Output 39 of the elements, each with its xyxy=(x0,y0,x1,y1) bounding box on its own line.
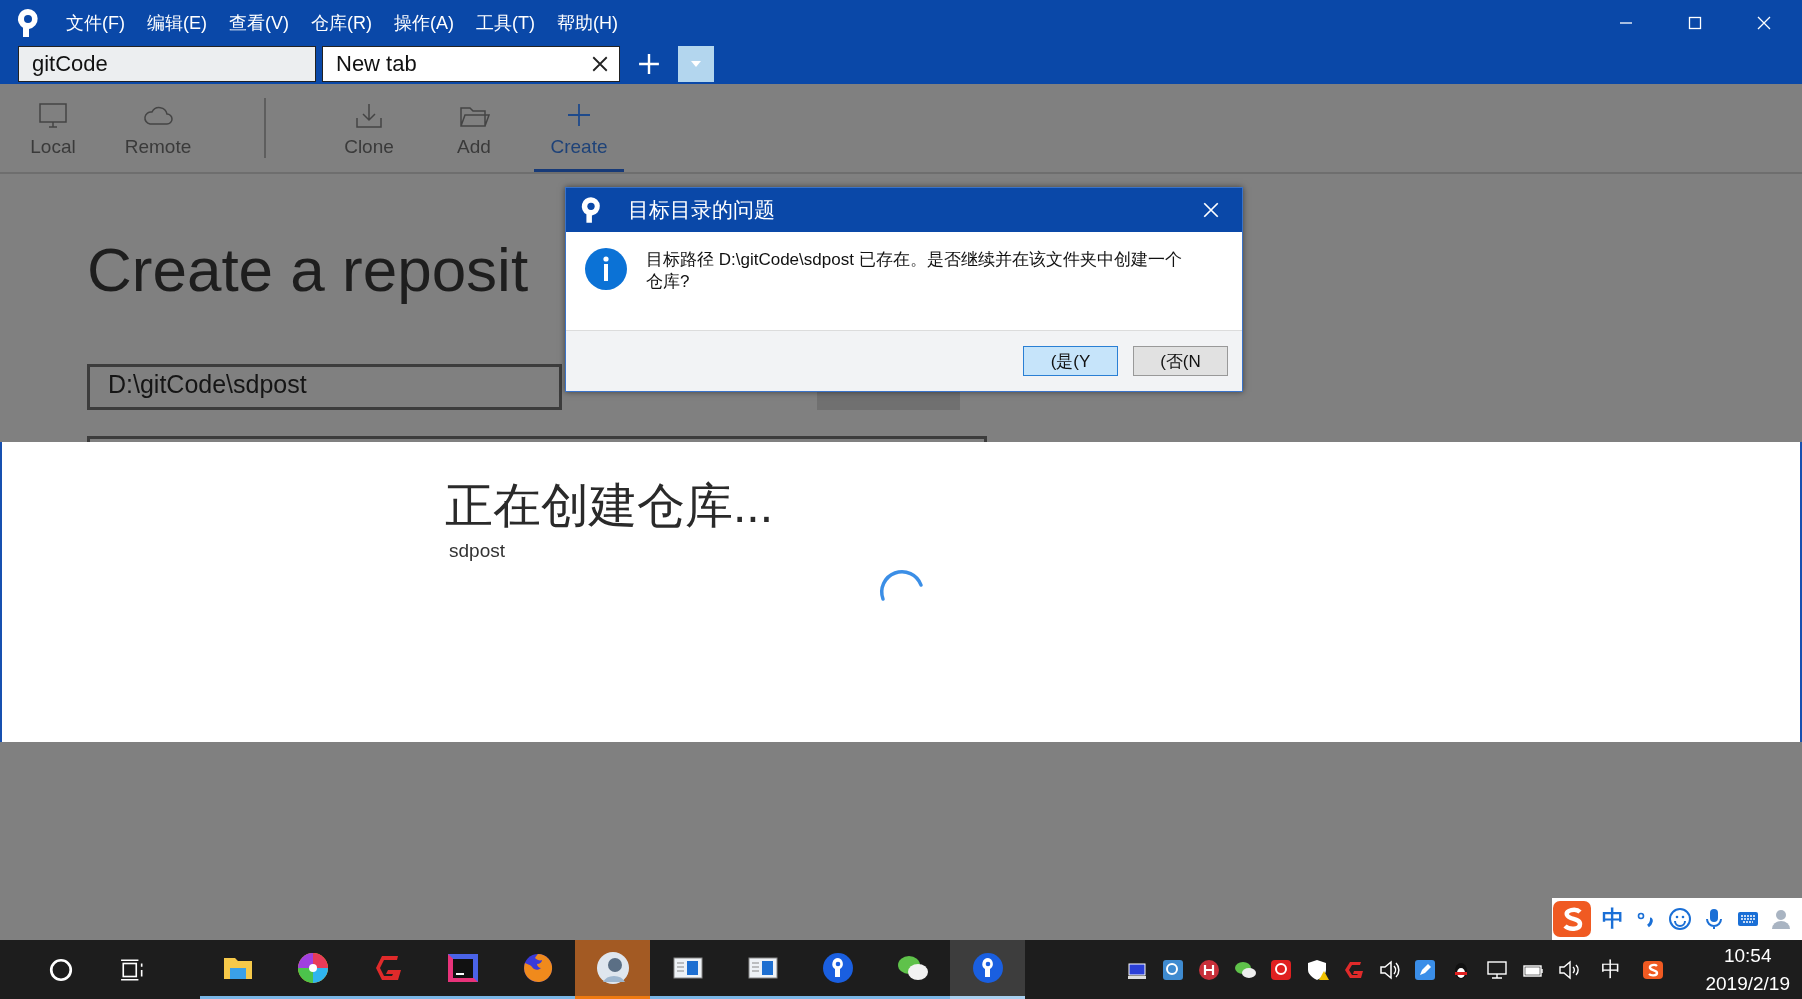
monitor-icon xyxy=(37,101,69,130)
app-logo-icon xyxy=(580,196,602,224)
input-language[interactable]: 中 xyxy=(1601,956,1622,983)
pen-icon[interactable] xyxy=(1413,957,1438,982)
menu-item[interactable]: 文件(F) xyxy=(66,11,125,35)
tab[interactable]: gitCode xyxy=(18,46,316,82)
menu-item[interactable]: 查看(V) xyxy=(229,11,289,35)
progress-subtitle: sdpost xyxy=(449,540,505,562)
app-tile-icon[interactable] xyxy=(1269,957,1294,982)
menu-item[interactable]: 帮助(H) xyxy=(556,11,618,35)
clock-time: 10:54 xyxy=(1723,943,1772,968)
magnifier-icon[interactable] xyxy=(1161,957,1186,982)
plus-icon[interactable] xyxy=(638,53,660,75)
dialog-button[interactable]: (否(N xyxy=(1133,346,1228,376)
smiley-icon[interactable] xyxy=(1668,907,1692,931)
close-icon[interactable] xyxy=(591,55,609,73)
h-circle-icon[interactable] xyxy=(1197,957,1222,982)
taskbar-app[interactable] xyxy=(950,940,1025,999)
download-icon xyxy=(353,101,385,130)
avatar-icon xyxy=(594,950,631,986)
dialog-message: 目标路径 D:\gitCode\sdpost 已存在。是否继续并在该文件夹中创建一个仓库? xyxy=(646,249,1183,293)
page-title: Create a reposit xyxy=(87,234,529,306)
menu-item[interactable]: 仓库(R) xyxy=(311,11,372,35)
menu-item[interactable]: 操作(A) xyxy=(394,11,454,35)
maximize-icon[interactable] xyxy=(1687,15,1703,31)
menu-item[interactable]: 工具(T) xyxy=(476,11,535,35)
search-icon[interactable] xyxy=(48,956,74,983)
info-icon xyxy=(584,247,628,291)
progress-title: 正在创建仓库... xyxy=(445,478,773,534)
dialog-button[interactable]: (是(Y xyxy=(1023,346,1118,376)
clock-date: 2019/2/19 xyxy=(1705,971,1790,996)
caret-icon xyxy=(691,61,701,67)
tab[interactable]: New tab xyxy=(322,46,620,82)
path-field[interactable]: D:\gitCode\sdpost xyxy=(87,364,562,410)
menu-item[interactable]: 编辑(E) xyxy=(147,11,207,35)
app-logo-icon xyxy=(16,8,40,38)
shield-icon[interactable] xyxy=(1305,957,1330,982)
ime-mode[interactable]: 中 xyxy=(1602,904,1624,934)
dialog-title: 目标目录的问题 xyxy=(628,197,775,223)
